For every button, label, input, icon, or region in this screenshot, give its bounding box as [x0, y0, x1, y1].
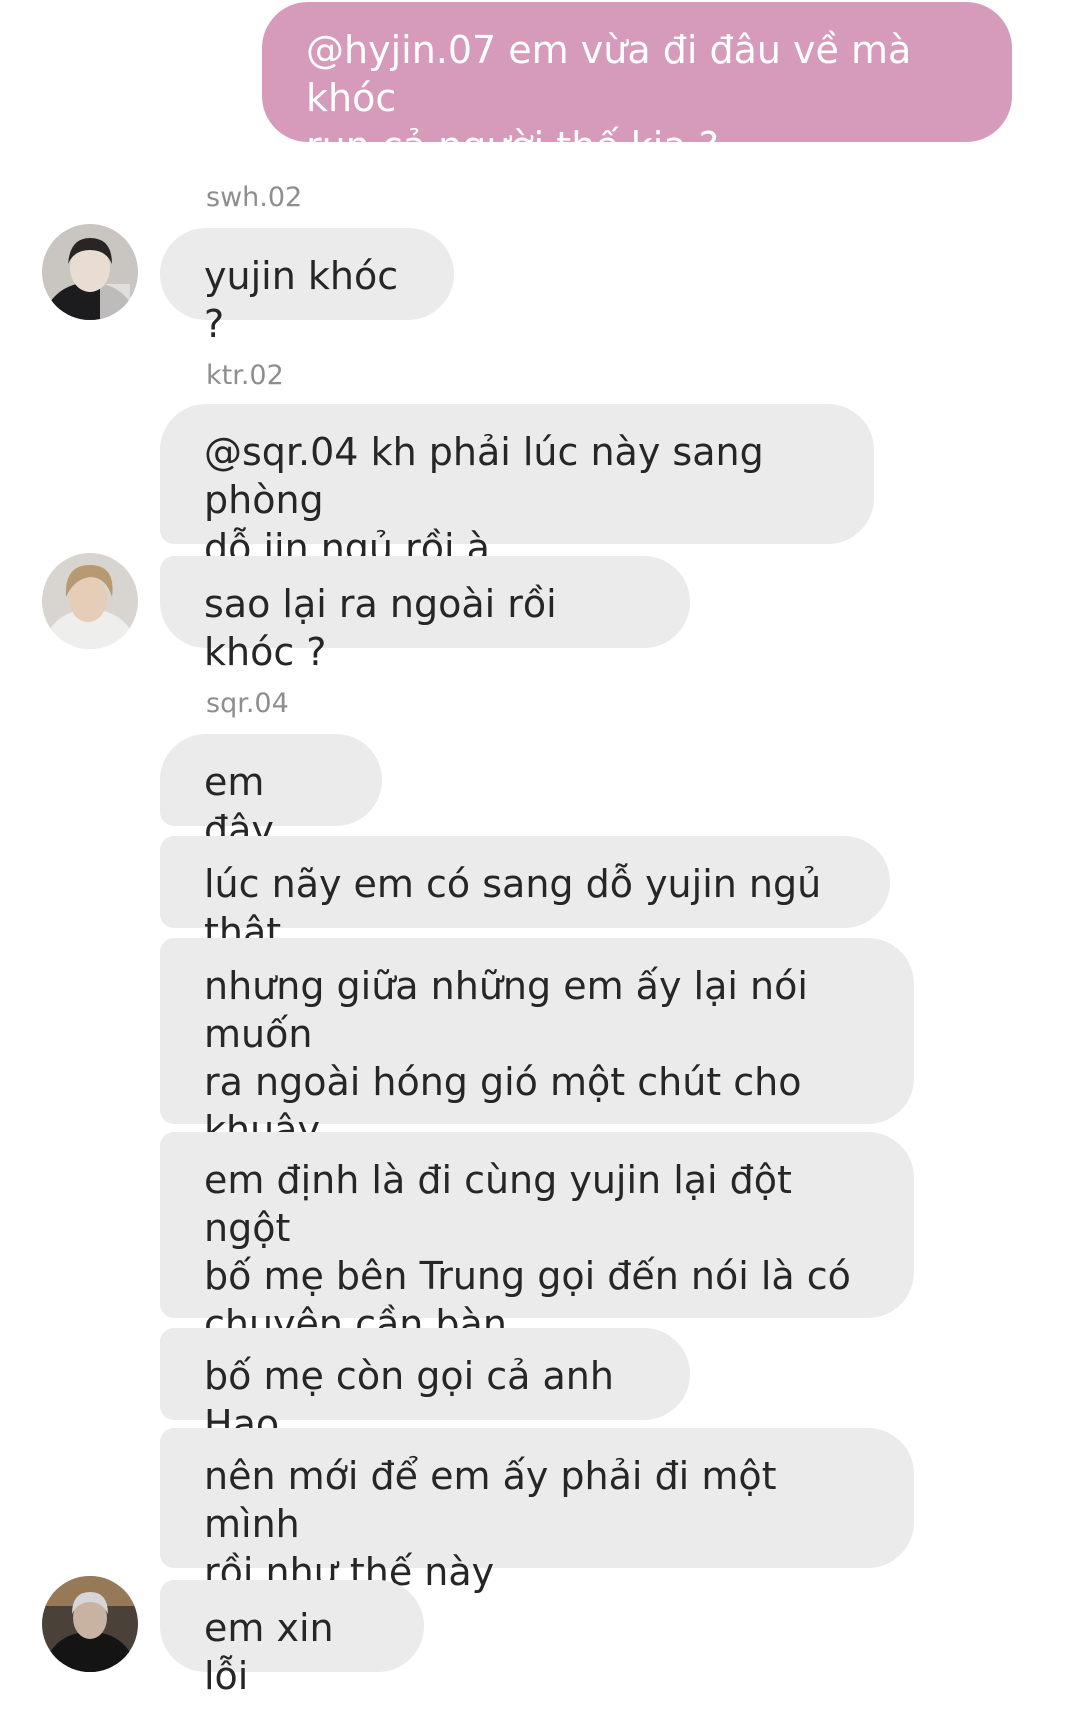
outgoing-message-bubble[interactable]: @hyjin.07 em vừa đi đâu về mà khóc run c…: [262, 2, 1012, 168]
message-bubble[interactable]: em xin lỗi: [160, 1580, 424, 1698]
message-bubble[interactable]: bố mẹ còn gọi cả anh Hạo: [160, 1328, 690, 1446]
sender-name: sqr.04: [206, 688, 289, 719]
sender-name: ktr.02: [206, 360, 284, 391]
message-bubble[interactable]: lúc nãy em có sang dỗ yujin ngủ thật: [160, 836, 890, 954]
message-bubble[interactable]: yujin khóc ?: [160, 228, 454, 346]
message-bubble[interactable]: @sqr.04 kh phải lúc này sang phòng dỗ ji…: [160, 404, 874, 570]
message-bubble[interactable]: sao lại ra ngoài rồi khóc ?: [160, 556, 690, 674]
message-bubble[interactable]: em định là đi cùng yujin lại đột ngột bố…: [160, 1132, 914, 1346]
avatar-ktr[interactable]: [42, 553, 138, 649]
avatar-sqr[interactable]: [42, 1576, 138, 1672]
message-bubble[interactable]: nhưng giữa những em ấy lại nói muốn ra n…: [160, 938, 914, 1200]
message-bubble[interactable]: nên mới để em ấy phải đi một mình rồi nh…: [160, 1428, 914, 1594]
avatar-swh[interactable]: [42, 224, 138, 320]
sender-name: swh.02: [206, 182, 303, 213]
message-bubble[interactable]: em đây: [160, 734, 382, 852]
